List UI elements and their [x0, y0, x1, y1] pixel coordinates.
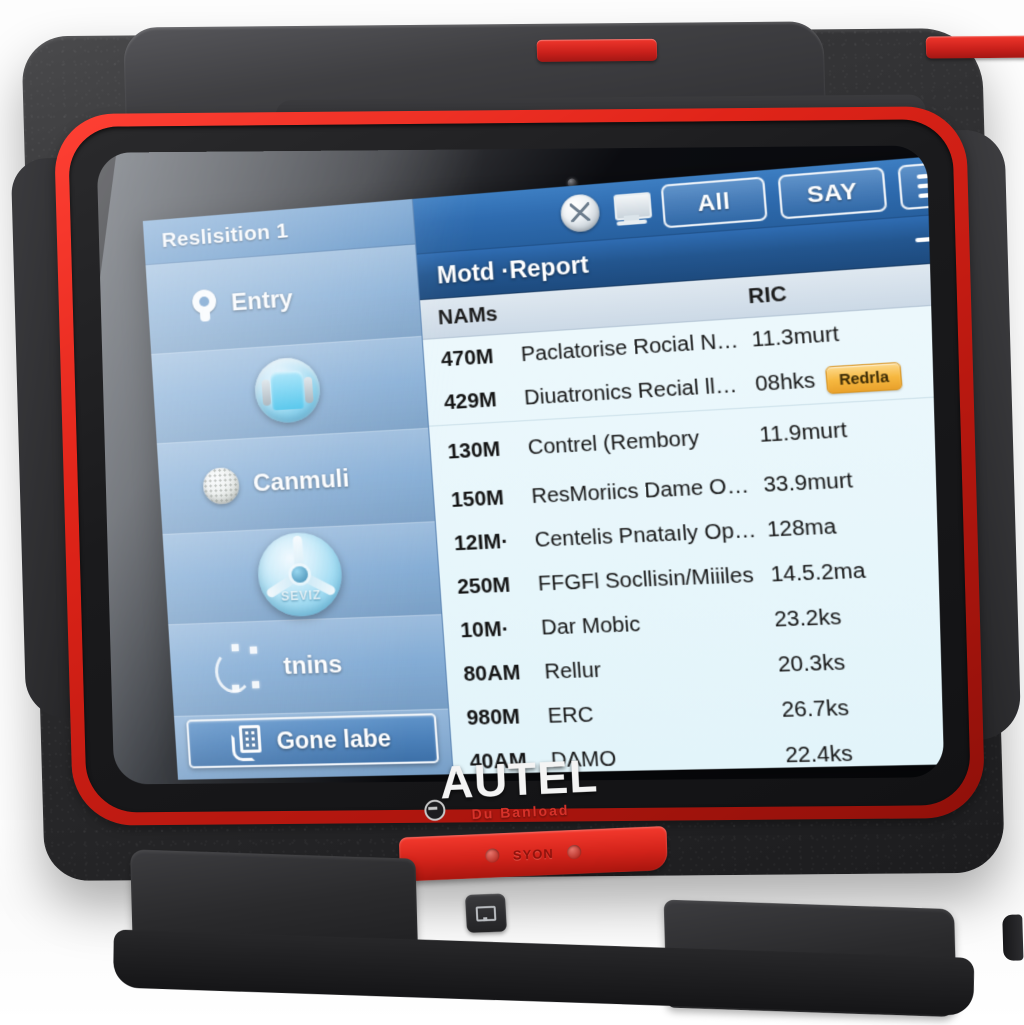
- row-ric: 33.9murt: [762, 469, 853, 498]
- brand-logo: AUTEL Du Banload: [368, 749, 671, 837]
- row-code: 470M: [440, 344, 507, 372]
- row-code: 80AM: [463, 661, 531, 687]
- red-bezel-ring: Reslisition 1 Entry Canmuli SEVIZ tnins …: [53, 106, 985, 826]
- side-port: [1002, 915, 1023, 961]
- top-red-button-left[interactable]: [537, 39, 658, 62]
- sidebar-item-entry[interactable]: Entry: [146, 245, 422, 355]
- row-ric: 14.5.2ma: [770, 559, 867, 588]
- disc-fan-icon: SEVIZ: [255, 530, 344, 617]
- row-ric: 22.4ks: [784, 742, 853, 768]
- sidebar: Reslisition 1 Entry Canmuli SEVIZ tnins …: [143, 199, 454, 780]
- gone-labe-button-label: Gone labe: [276, 725, 392, 756]
- all-button[interactable]: All: [661, 176, 768, 228]
- screw-right: [568, 845, 582, 860]
- sidebar-item-seat[interactable]: [151, 336, 428, 444]
- pin-icon: [191, 289, 219, 323]
- screw-left: [485, 848, 499, 863]
- row-ric: 128ma: [766, 515, 837, 543]
- sidebar-item-tnins[interactable]: tnins: [168, 616, 448, 717]
- report-table: NAMs RIC 470M Paclatorise Rocial Nleuer 1…: [420, 261, 944, 774]
- top-red-button-right[interactable]: [926, 36, 1024, 59]
- seat-orb-icon: [253, 356, 322, 424]
- row-ric: 23.2ks: [773, 605, 842, 632]
- network-nodes-icon: [213, 643, 271, 694]
- disc-icon-label: SEVIZ: [259, 587, 343, 605]
- table-body: 470M Paclatorise Rocial Nleuer 11.3murt 4…: [423, 303, 945, 774]
- row-name: Paclatorise Rocial Nleuer: [520, 329, 744, 367]
- say-button[interactable]: SAY: [778, 167, 888, 220]
- golf-ball-icon: [202, 467, 240, 505]
- application-ui: Reslisition 1 Entry Canmuli SEVIZ tnins …: [143, 152, 945, 780]
- row-name: Rellur: [544, 653, 770, 684]
- row-code: 150M: [450, 486, 517, 513]
- row-ric: 20.3ks: [777, 651, 846, 678]
- black-bezel: Reslisition 1 Entry Canmuli SEVIZ tnins …: [68, 119, 971, 812]
- row-code: 250M: [456, 573, 523, 600]
- compass-orb-icon[interactable]: [559, 193, 600, 233]
- row-name: Dar Mobic: [540, 608, 766, 640]
- row-ric: 26.7ks: [781, 696, 850, 723]
- row-code: 130M: [447, 437, 514, 464]
- gone-labe-button[interactable]: Gone labe: [186, 713, 439, 768]
- sidebar-item-seviz[interactable]: SEVIZ: [163, 522, 442, 626]
- report-table-wrapper: NAMs RIC 470M Paclatorise Rocial Nleuer 1…: [420, 259, 944, 774]
- sidebar-item-label: Canmuli: [252, 465, 350, 498]
- row-name: Contrel (Rembory: [527, 424, 751, 460]
- sidebar-item-label: Entry: [230, 285, 293, 317]
- row-name: ResMoriics Dame O/SM: [531, 474, 756, 509]
- row-name: ERC: [547, 698, 774, 728]
- row-code: 429M: [443, 387, 510, 415]
- row-code: 12IM·: [453, 529, 520, 556]
- bottom-strip-label: SYON: [513, 845, 554, 862]
- hamburger-menu-icon[interactable]: [897, 160, 944, 210]
- row-name: Diuatronics Recial lleter: [523, 373, 747, 410]
- main-panel: All SAY Motd ·Report NAMs RIC 470M Pacla…: [413, 152, 945, 774]
- sidebar-item-canmuli[interactable]: Canmuli: [157, 429, 435, 535]
- screen-ui-stage: Reslisition 1 Entry Canmuli SEVIZ tnins …: [143, 152, 945, 780]
- monitor-icon[interactable]: [611, 192, 650, 226]
- report-title: Motd ·Report: [436, 250, 589, 289]
- row-ric: 08hks: [754, 369, 816, 397]
- qr-scan-icon: [231, 725, 264, 760]
- usb-port-icon[interactable]: [465, 893, 507, 932]
- status-badge[interactable]: Redrla: [825, 362, 902, 394]
- row-code: 10M·: [460, 617, 528, 643]
- autel-diagnostic-tablet: Reslisition 1 Entry Canmuli SEVIZ tnins …: [0, 0, 1024, 1024]
- row-code: 980M: [466, 705, 534, 731]
- scene: Reslisition 1 Entry Canmuli SEVIZ tnins …: [0, 0, 1024, 1024]
- sidebar-item-label: tnins: [283, 651, 344, 682]
- row-name: Centelis Pnataıly Optena Polic: [534, 518, 759, 552]
- device-shell: Reslisition 1 Entry Canmuli SEVIZ tnins …: [3, 10, 1024, 958]
- row-ric: 11.3murt: [751, 322, 840, 352]
- column-header-ric: RIC: [738, 269, 944, 309]
- screen-glass: Reslisition 1 Entry Canmuli SEVIZ tnins …: [97, 145, 945, 784]
- row-ric: 11.9murt: [758, 418, 847, 447]
- arrow-right-icon[interactable]: [914, 224, 944, 252]
- row-name: FFGFl Socllisin/Miiiles: [537, 563, 763, 596]
